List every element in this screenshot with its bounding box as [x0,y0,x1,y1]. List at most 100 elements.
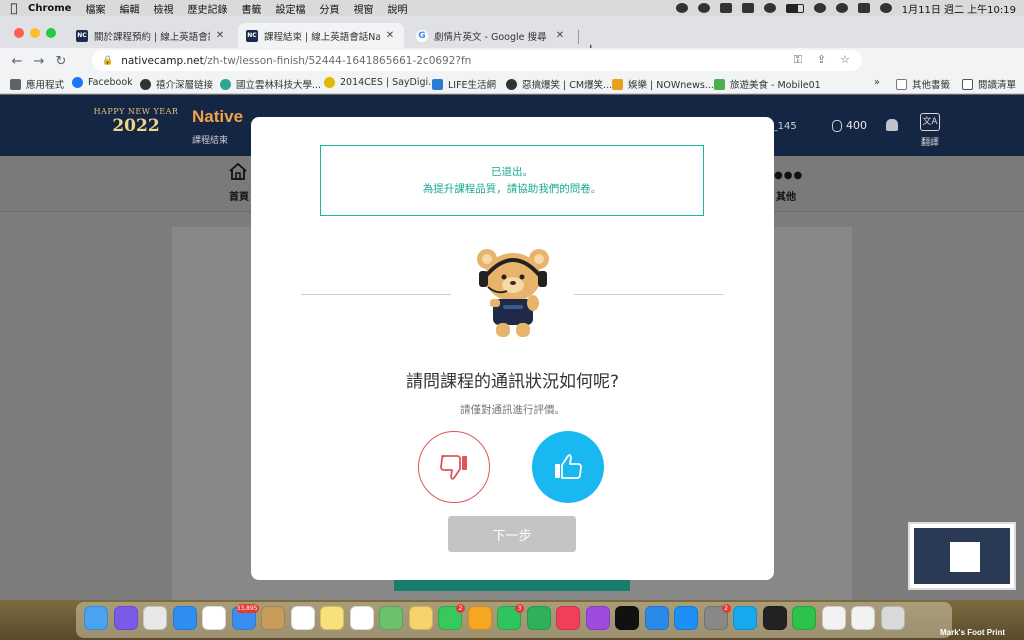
bear-mascot-icon [477,249,549,337]
dock-app-pages-icon[interactable] [467,606,492,630]
line-status-icon[interactable] [719,3,732,13]
dock-app-facetime-icon[interactable]: 3 [497,604,524,630]
screenshot-thumbnail[interactable] [908,522,1016,590]
dock-app-calendar-icon[interactable] [290,606,315,630]
bookmarks-overflow-chevron-icon[interactable]: » [874,77,880,88]
menu-edit[interactable]: 編輯 [119,1,139,16]
dock-badge: 33,895 [235,604,259,613]
bookmark-star-icon[interactable]: ☆ [840,53,850,66]
bookmark-deep-link[interactable]: 禧介深層链接 [140,77,213,91]
menu-history[interactable]: 歷史記錄 [187,1,227,16]
dock-app-photos-icon[interactable] [408,606,433,630]
coin-count: 400 [846,119,867,132]
dock-app-safari-icon[interactable] [172,606,197,630]
dock-app-podcasts-icon[interactable] [585,606,610,630]
page-action-button[interactable] [394,579,630,591]
dock-app-keynote-icon[interactable] [644,606,669,630]
dock-app-system-preferences-icon[interactable]: 2 [703,604,731,630]
wifi-icon[interactable] [813,3,826,13]
menu-view[interactable]: 檢視 [153,1,173,16]
tab-lesson-booking[interactable]: NC 關於課程預約 | 線上英語會話Nat ✕ [68,23,234,48]
back-button[interactable]: ← [6,54,28,69]
translate-label[interactable]: 翻譯 [921,135,939,148]
close-tab-icon[interactable]: ✕ [384,30,396,41]
dock-app-preview-icon[interactable] [851,606,875,630]
nownews-icon [612,78,623,90]
dock-app-launchpad-icon[interactable] [143,606,167,630]
input-method-icon[interactable] [741,3,754,13]
key-icon[interactable]: ⚿ [794,53,802,67]
dock-app-chrome-icon[interactable] [202,606,226,630]
site-logo[interactable]: Native [192,107,243,127]
window-zoom-button[interactable] [46,28,56,38]
bookmark-reading-list[interactable]: 閱讀清單 [962,77,1016,91]
translate-icon[interactable]: 文A [920,113,940,131]
spotlight-search-icon[interactable] [835,3,848,13]
reload-button[interactable]: ↻ [50,54,72,69]
menu-profiles[interactable]: 設定檔 [275,1,305,16]
sync-icon[interactable] [697,3,710,13]
dock-badge: 3 [515,604,524,613]
dock-app-messages-icon[interactable]: 2 [438,604,465,630]
menu-tab[interactable]: 分頁 [319,1,339,16]
dock-app-contacts-icon[interactable] [261,606,285,630]
nav-other[interactable]: 其他 [776,188,796,203]
bookmark-facebook[interactable]: Facebook [72,77,133,88]
bookmark-cm-funny[interactable]: 惡搞爆笑 | CM爆笑... [506,77,612,91]
bookmark-mobile01[interactable]: 旅遊美食 - Mobile01 [714,77,821,91]
dock-app-app-store-icon[interactable] [674,606,698,630]
menubar-clock[interactable]: 1月11日 週二 上午10:19 [902,1,1016,16]
menu-file[interactable]: 檔案 [85,1,105,16]
dock-app-activity-monitor-icon[interactable] [762,606,787,630]
forward-button[interactable]: → [28,54,50,69]
dock-app-trash-icon[interactable] [880,606,905,630]
dock-app-numbers-icon[interactable] [526,606,551,630]
apple-menu-icon[interactable]:  [0,1,28,15]
bookmark-saydigi[interactable]: 2014CES | SayDigi... [324,77,437,88]
bookmark-apps[interactable]: 應用程式 [10,77,64,91]
control-center-icon[interactable] [857,3,870,13]
lock-icon[interactable]: 🔒 [102,56,113,66]
new-year-text: HAPPY NEW YEAR [93,107,179,116]
close-tab-icon[interactable]: ✕ [214,30,226,41]
next-step-button[interactable]: 下一步 [448,516,576,552]
survey-question: 請問課程的通訊狀況如何呢? [405,372,620,392]
thumbs-down-button[interactable] [418,431,490,503]
bookmark-yuntech[interactable]: 國立雲林科技大學... [220,77,321,91]
nav-home[interactable]: 首頁 [229,188,249,203]
dock-app-apple-tv-icon[interactable] [615,606,639,630]
dock-app-maps-icon[interactable] [379,606,403,630]
dock-app-music-icon[interactable] [556,606,580,630]
tab-google-search[interactable]: G 劇情片英文 - Google 搜尋 ✕ [408,23,574,48]
dock-app-siri-icon[interactable] [113,606,138,630]
dock-app-reminders-icon[interactable] [349,606,374,630]
close-tab-icon[interactable]: ✕ [554,30,566,41]
more-dots-icon[interactable]: ●●● [774,170,803,181]
dock-app-finder-icon[interactable] [84,606,108,630]
thumbs-up-button[interactable] [532,431,604,503]
bookmark-other-bookmarks[interactable]: 其他書籤 [896,77,950,91]
window-close-button[interactable] [14,28,24,38]
bookmark-nownews[interactable]: 娛樂 | NOWnews... [612,77,714,91]
bookmark-life[interactable]: LIFE生活網 [432,77,496,91]
night-mode-icon[interactable] [763,3,776,13]
user-avatar-icon[interactable] [879,3,892,13]
app-menu-chrome[interactable]: Chrome [28,3,71,14]
menu-bookmarks[interactable]: 書籤 [241,1,261,16]
menu-help[interactable]: 說明 [387,1,407,16]
address-bar[interactable]: 🔒 nativecamp.net /zh-tw/lesson-finish/52… [92,50,862,71]
share-icon[interactable]: ⇪ [817,53,826,66]
dock-app-line-icon[interactable] [792,606,816,630]
battery-icon[interactable] [785,3,804,13]
dock-app-mail-icon[interactable]: 33,895 [231,604,259,630]
dock-app-skype-icon[interactable] [733,606,757,630]
home-icon[interactable] [228,162,248,180]
dock-app-notes-icon[interactable] [320,606,344,630]
menu-window[interactable]: 視窗 [353,1,373,16]
cloud-icon[interactable] [675,3,688,13]
coin-balance[interactable]: 400 [832,119,867,132]
window-minimize-button[interactable] [30,28,40,38]
dock-app-document-icon[interactable] [821,606,846,630]
notification-bell-icon[interactable] [886,119,898,131]
tab-lesson-finish[interactable]: NC 課程結束 | 線上英語會話NativeC ✕ [238,23,404,48]
